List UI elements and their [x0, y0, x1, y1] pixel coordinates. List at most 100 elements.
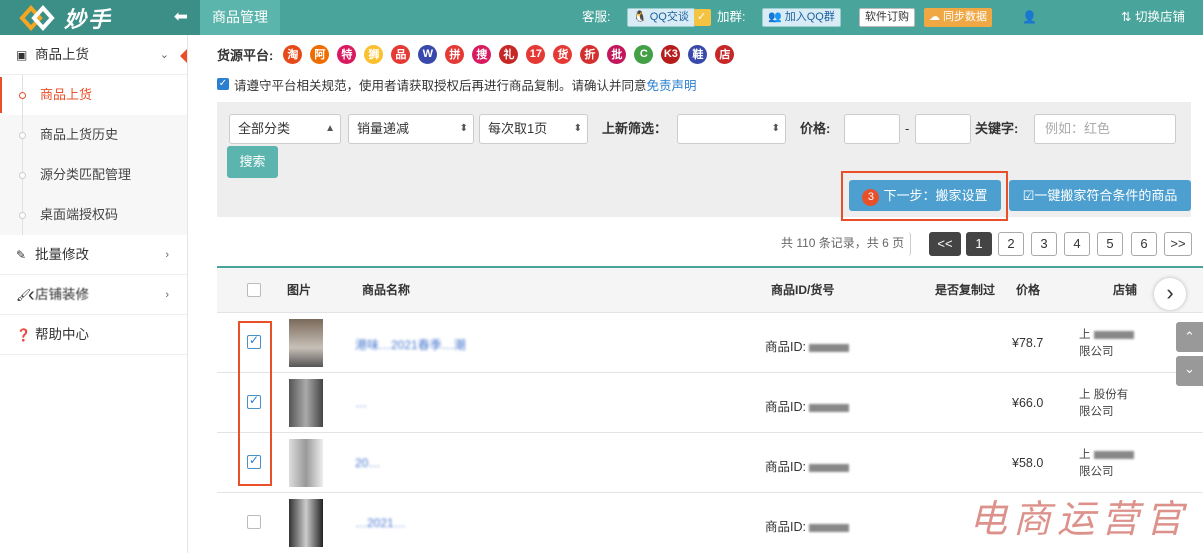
- select-all-checkbox[interactable]: [247, 283, 261, 297]
- sidebar-item-batch-edit[interactable]: ✎ 批量修改 ›: [0, 235, 187, 275]
- pagination-page-6[interactable]: 6: [1131, 232, 1157, 256]
- sidebar-item-help-center[interactable]: ❓ 帮助中心: [0, 315, 187, 355]
- notice-row: ✓ 请遵守平台相关规范，使用者请获取授权后再进行商品复制。请确认并同意 免责声明: [217, 75, 697, 93]
- pagination-page-4[interactable]: 4: [1064, 232, 1090, 256]
- platform-icon[interactable]: 折: [580, 44, 600, 64]
- header-copied: 是否复制过: [935, 283, 996, 297]
- product-name[interactable]: 20…: [355, 456, 380, 470]
- collapse-arrow-icon[interactable]: ⬅: [174, 7, 188, 27]
- pagination-page-5[interactable]: 5: [1097, 232, 1123, 256]
- platform-icon[interactable]: 搜: [472, 44, 492, 64]
- sort-select[interactable]: 销量递减 ⬍: [348, 114, 474, 144]
- category-select[interactable]: 全部分类 ▲: [229, 114, 341, 144]
- sort-icon: ⇅: [1121, 10, 1135, 24]
- header-image: 图片: [287, 283, 312, 297]
- price-separator: -: [905, 121, 910, 136]
- header-store: 店铺: [1113, 283, 1138, 297]
- pagination-page-1[interactable]: 1: [966, 232, 992, 256]
- software-order-button[interactable]: 软件订购: [859, 8, 915, 27]
- product-thumbnail: [289, 499, 323, 547]
- new-filter-label: 上新筛选：: [602, 121, 668, 136]
- platform-icon[interactable]: 鞋: [688, 44, 708, 64]
- product-thumbnail: [289, 319, 323, 367]
- new-filter-select[interactable]: ⬍: [677, 114, 786, 144]
- platform-icon[interactable]: 阿: [310, 44, 330, 64]
- sidebar-sub-product-upload[interactable]: 商品上货: [0, 75, 187, 115]
- product-thumbnail: [289, 439, 323, 487]
- header-price: 价格: [1016, 283, 1041, 297]
- platform-list: 淘阿特狮品 W 拼搜礼 17 货折批 C K3 鞋店: [283, 44, 742, 64]
- product-name[interactable]: …: [355, 396, 367, 410]
- platform-icon[interactable]: 店: [715, 44, 735, 64]
- product-name[interactable]: …2021…: [355, 516, 406, 530]
- select-caret-icon: ⬍: [771, 123, 780, 134]
- group-label: 加群:: [717, 10, 746, 24]
- select-caret-icon: ⬍: [459, 123, 468, 134]
- pagination-prev[interactable]: <<: [929, 232, 961, 256]
- sidebar-active-indicator: [180, 49, 187, 63]
- price-min-input[interactable]: [844, 114, 900, 144]
- table-row[interactable]: … 商品ID: ¥66.0 上 股份有限公司: [217, 372, 1203, 432]
- platform-icon[interactable]: 特: [337, 44, 357, 64]
- per-fetch-select[interactable]: 每次取1页 ⬍: [479, 114, 588, 144]
- price-max-input[interactable]: [915, 114, 971, 144]
- edit-icon: ✎: [16, 248, 27, 262]
- product-thumbnail: [289, 379, 323, 427]
- platform-icon[interactable]: C: [634, 44, 654, 64]
- row-checkbox[interactable]: [247, 515, 261, 529]
- platform-icon[interactable]: 批: [607, 44, 627, 64]
- help-icon: ❓: [16, 328, 31, 342]
- table-row[interactable]: 20… 商品ID: ¥58.0 上 限公司: [217, 432, 1203, 492]
- pagination-page-2[interactable]: 2: [998, 232, 1024, 256]
- product-name[interactable]: 港味…2021春季…潮: [355, 336, 466, 353]
- disclaimer-link[interactable]: 免责声明: [647, 75, 697, 94]
- platform-icon[interactable]: 淘: [283, 44, 303, 64]
- tab-product-management[interactable]: 商品管理: [200, 0, 280, 35]
- switch-store-button[interactable]: ⇅ 切换店铺: [1121, 0, 1185, 35]
- join-qq-group-button[interactable]: 👥 加入QQ群: [762, 8, 841, 27]
- product-id: 商品ID:: [765, 396, 850, 415]
- top-bar: 妙手 ⬅ 商品管理 客服: 🐧 QQ交谈 ✓ 加群: 👥 加入QQ群 软件订购 ☁ 同…: [0, 0, 1203, 35]
- keyword-input[interactable]: 例如：红色: [1034, 114, 1176, 144]
- sidebar-sub-upload-history[interactable]: 商品上货历史: [0, 115, 187, 155]
- scroll-up-button[interactable]: ⌃: [1176, 322, 1203, 352]
- platform-icon[interactable]: 狮: [364, 44, 384, 64]
- check-square-icon: ☑: [1022, 188, 1035, 203]
- select-caret-icon: ⬍: [573, 123, 582, 134]
- highlight-box-next-step: [841, 171, 1008, 221]
- platform-icon[interactable]: K3: [661, 44, 681, 64]
- qq-chat-button[interactable]: 🐧 QQ交谈: [627, 8, 695, 27]
- one-click-move-button[interactable]: ☑一键搬家符合条件的商品: [1009, 180, 1191, 211]
- product-id: 商品ID:: [765, 516, 850, 535]
- product-price: ¥78.7: [1012, 336, 1044, 350]
- chevron-right-icon: ›: [165, 289, 169, 301]
- sidebar-item-product-upload[interactable]: ▣ 商品上货 ⌄: [0, 35, 187, 75]
- agree-checkbox[interactable]: ✓: [217, 78, 229, 90]
- platform-icon[interactable]: W: [418, 44, 438, 64]
- platform-icon[interactable]: 拼: [445, 44, 465, 64]
- search-button[interactable]: 搜索: [227, 146, 278, 178]
- platform-icon[interactable]: 礼: [499, 44, 519, 64]
- scroll-down-button[interactable]: ⌄: [1176, 356, 1203, 386]
- user-icon: 👤: [1022, 10, 1037, 24]
- sidebar-sub-desktop-auth[interactable]: 桌面端授权码: [0, 195, 187, 235]
- sidebar: ▣ 商品上货 ⌄ 商品上货 商品上货历史 源分类匹配管理 桌面端授权码 ✎ 批量修改…: [0, 35, 188, 553]
- store-name: 上 股份有 限公司: [1079, 389, 1129, 418]
- sidebar-sub-category-match[interactable]: 源分类匹配管理: [0, 155, 187, 195]
- carousel-prev-icon[interactable]: ‹: [28, 275, 35, 315]
- user-name[interactable]: [1040, 0, 1080, 35]
- table-row[interactable]: 港味…2021春季…潮 商品ID: ¥78.7 上 限公司: [217, 312, 1203, 372]
- chevron-down-icon: ⌄: [159, 49, 169, 61]
- sidebar-item-store-decor[interactable]: 🖌 店铺装修 › ‹: [0, 275, 187, 315]
- platform-icon[interactable]: 17: [526, 44, 546, 64]
- platform-icon[interactable]: 品: [391, 44, 411, 64]
- sync-data-button[interactable]: ☁ 同步数据: [924, 8, 992, 27]
- group-icon: 👥: [768, 11, 782, 23]
- pagination-next[interactable]: >>: [1164, 232, 1192, 256]
- pagination-summary: 共 110 条记录，共 6 页: [781, 232, 912, 256]
- app-name: 妙手: [64, 6, 113, 32]
- platform-icon[interactable]: 货: [553, 44, 573, 64]
- header-name: 商品名称: [362, 283, 411, 297]
- pagination-page-3[interactable]: 3: [1031, 232, 1057, 256]
- carousel-next-icon[interactable]: ›: [1154, 278, 1186, 310]
